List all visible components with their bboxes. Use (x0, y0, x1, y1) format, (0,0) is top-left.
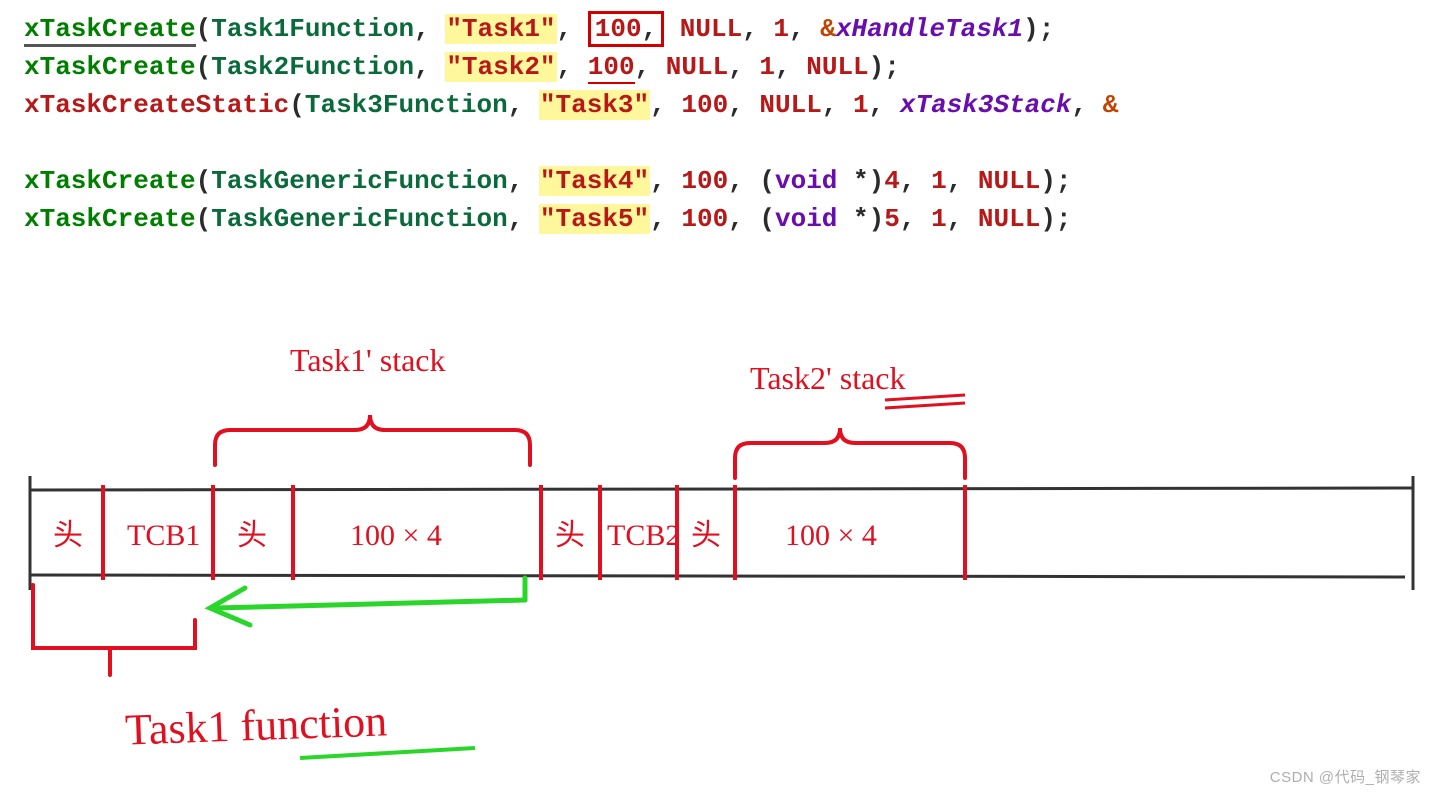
code-gap (24, 124, 1118, 162)
code-line-2: xTaskCreate(Task2Function, "Task2", 100,… (24, 48, 1118, 86)
label-task2-stack: Task2' stack (750, 360, 905, 397)
code-line-3: xTaskCreateStatic(Task3Function, "Task3"… (24, 86, 1118, 124)
svg-text:头: 头 (691, 519, 721, 552)
svg-text:头: 头 (53, 519, 83, 552)
svg-text:TCB2: TCB2 (607, 519, 680, 552)
svg-text:100 × 4: 100 × 4 (785, 519, 877, 552)
label-task1-stack: Task1' stack (290, 342, 445, 379)
code-block: xTaskCreate(Task1Function, "Task1", 100,… (24, 10, 1118, 238)
svg-text:头: 头 (555, 519, 585, 552)
code-line-1: xTaskCreate(Task1Function, "Task1", 100,… (24, 10, 1118, 48)
code-line-4: xTaskCreate(TaskGenericFunction, "Task4"… (24, 162, 1118, 200)
code-line-5: xTaskCreate(TaskGenericFunction, "Task5"… (24, 200, 1118, 238)
watermark: CSDN @代码_钢琴家 (1270, 766, 1421, 787)
svg-text:头: 头 (237, 519, 267, 552)
label-task1-function: Task1 function (124, 695, 388, 755)
svg-text:100 × 4: 100 × 4 (350, 519, 442, 552)
svg-text:TCB1: TCB1 (127, 519, 200, 552)
